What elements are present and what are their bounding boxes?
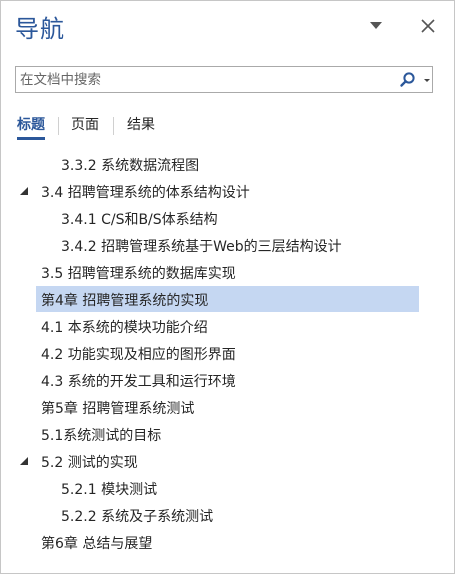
- heading-label: 5.1系统测试的目标: [41, 428, 162, 444]
- heading-item[interactable]: 5.2 测试的实现: [1, 448, 455, 475]
- heading-item[interactable]: 第5章 招聘管理系统测试: [1, 394, 455, 421]
- nav-tabs: 标题 页面 结果: [1, 111, 455, 145]
- heading-label: 4.3 系统的开发工具和运行环境: [41, 374, 236, 390]
- heading-item[interactable]: 4.3 系统的开发工具和运行环境: [1, 367, 455, 394]
- heading-label: 第5章 招聘管理系统测试: [41, 401, 195, 417]
- heading-label: 3.4.1 C/S和B/S体系结构: [61, 212, 218, 228]
- search-dropdown-icon[interactable]: [422, 71, 432, 89]
- navigation-pane: 导航 标题 页面 结果 3.3.2 系统数据流程图 3.4 招聘管: [0, 0, 455, 574]
- tab-divider: [113, 117, 114, 135]
- tab-pages[interactable]: 页面: [71, 114, 99, 140]
- close-pane-button[interactable]: [415, 13, 441, 39]
- heading-item[interactable]: 5.2.2 系统及子系统测试: [1, 502, 455, 529]
- search-input[interactable]: [16, 67, 386, 92]
- heading-item[interactable]: 第6章 总结与展望: [1, 529, 455, 556]
- heading-label: 5.2 测试的实现: [41, 455, 138, 471]
- heading-label: 5.2.2 系统及子系统测试: [61, 509, 214, 525]
- heading-label: 3.4.2 招聘管理系统基于Web的三层结构设计: [61, 239, 342, 255]
- heading-item[interactable]: 3.5 招聘管理系统的数据库实现: [1, 259, 455, 286]
- heading-label: 4.1 本系统的模块功能介绍: [41, 320, 208, 336]
- heading-label: 第6章 总结与展望: [41, 536, 153, 552]
- heading-item[interactable]: 5.1系统测试的目标: [1, 421, 455, 448]
- search-icon[interactable]: [399, 71, 417, 89]
- pane-options-button[interactable]: [363, 13, 389, 39]
- heading-label: 4.2 功能实现及相应的图形界面: [41, 347, 236, 363]
- search-box: [15, 66, 433, 93]
- heading-item[interactable]: 3.4 招聘管理系统的体系结构设计: [1, 178, 455, 205]
- pane-title: 导航: [15, 15, 65, 43]
- heading-item[interactable]: 3.4.2 招聘管理系统基于Web的三层结构设计: [1, 232, 455, 259]
- chevron-down-icon: [370, 22, 382, 29]
- heading-item[interactable]: 5.2.1 模块测试: [1, 475, 455, 502]
- heading-label: 第4章 招聘管理系统的实现: [41, 293, 209, 309]
- heading-label: 3.5 招聘管理系统的数据库实现: [41, 266, 236, 282]
- heading-item-selected[interactable]: 第4章 招聘管理系统的实现: [1, 286, 455, 313]
- heading-item[interactable]: 4.1 本系统的模块功能介绍: [1, 313, 455, 340]
- tab-results[interactable]: 结果: [127, 114, 155, 140]
- expand-collapse-icon[interactable]: [19, 456, 29, 466]
- tab-headings[interactable]: 标题: [17, 114, 45, 140]
- heading-item[interactable]: 3.3.2 系统数据流程图: [1, 151, 455, 178]
- heading-label: 5.2.1 模块测试: [61, 482, 158, 498]
- expand-collapse-icon[interactable]: [19, 186, 29, 196]
- heading-item[interactable]: 4.2 功能实现及相应的图形界面: [1, 340, 455, 367]
- tab-divider: [58, 117, 59, 135]
- heading-item[interactable]: 3.4.1 C/S和B/S体系结构: [1, 205, 455, 232]
- close-icon: [421, 19, 435, 33]
- heading-label: 3.3.2 系统数据流程图: [61, 158, 200, 174]
- heading-label: 3.4 招聘管理系统的体系结构设计: [41, 185, 250, 201]
